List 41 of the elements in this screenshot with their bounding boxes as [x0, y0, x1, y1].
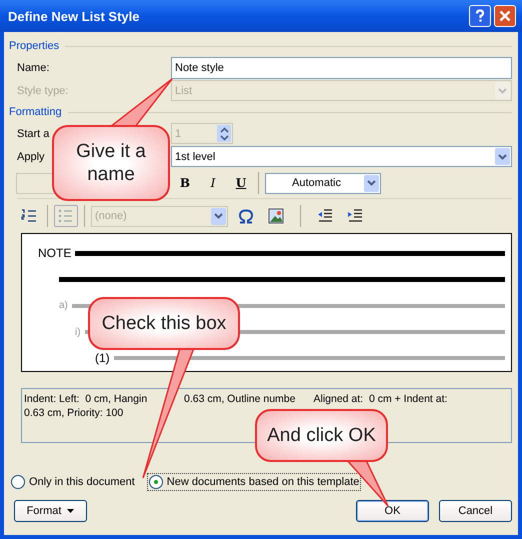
description-text: 0.63 cm, Outline numbe [184, 392, 296, 406]
caret-icon [67, 509, 74, 513]
list-level-label: (1) [95, 351, 110, 365]
callout-tooltip: Give it a name [52, 125, 170, 201]
scope-radio[interactable]: New documents based on this template [146, 473, 362, 491]
window-title: Define New List Style [8, 8, 140, 24]
description-text: Indent: Left: 0 cm, Hangin [24, 392, 148, 406]
list-level-label: i) [75, 326, 81, 338]
font-style-button[interactable]: U [230, 172, 252, 194]
description-text: 0.63 cm, Priority: 100 [24, 406, 124, 420]
omega-icon [238, 208, 254, 224]
callout-tooltip: And click OK [255, 409, 388, 462]
field-label: Start a [17, 128, 50, 140]
list-level-label: a) [59, 300, 68, 311]
format-button[interactable]: Format [14, 500, 87, 522]
field-label: Apply [17, 150, 45, 162]
font-style-button[interactable]: B [174, 172, 196, 194]
callout-tooltip: Check this box [88, 297, 240, 350]
cancel-button[interactable]: Cancel [439, 500, 512, 522]
help-button[interactable] [469, 5, 491, 27]
field-label: Style type: [17, 84, 68, 96]
numbered-list-icon [21, 209, 37, 223]
scope-radio[interactable]: Only in this document [9, 473, 137, 491]
field-label: Name: [17, 62, 50, 74]
picture-icon [268, 208, 284, 224]
close-button[interactable] [494, 5, 516, 27]
name-field[interactable]: Note style [171, 56, 512, 78]
apply-to-dropdown[interactable]: 1st level [171, 146, 512, 167]
close-icon [499, 10, 511, 22]
ok-button[interactable]: OK [356, 500, 429, 522]
question-mark-icon [473, 9, 487, 23]
font-style-button[interactable]: I [202, 172, 224, 194]
spin-arrows-icon [217, 125, 231, 142]
font-color-dropdown[interactable]: Automatic [265, 172, 381, 194]
section-heading: Formatting [9, 106, 62, 118]
increase-indent-icon [347, 209, 363, 223]
section-heading: Properties [9, 40, 60, 52]
bulleted-list-icon [58, 209, 74, 223]
description-text: Aligned at: 0 cm + Indent at: [313, 392, 448, 406]
list-level-label: NOTE [38, 246, 72, 260]
decrease-indent-icon [317, 209, 333, 223]
